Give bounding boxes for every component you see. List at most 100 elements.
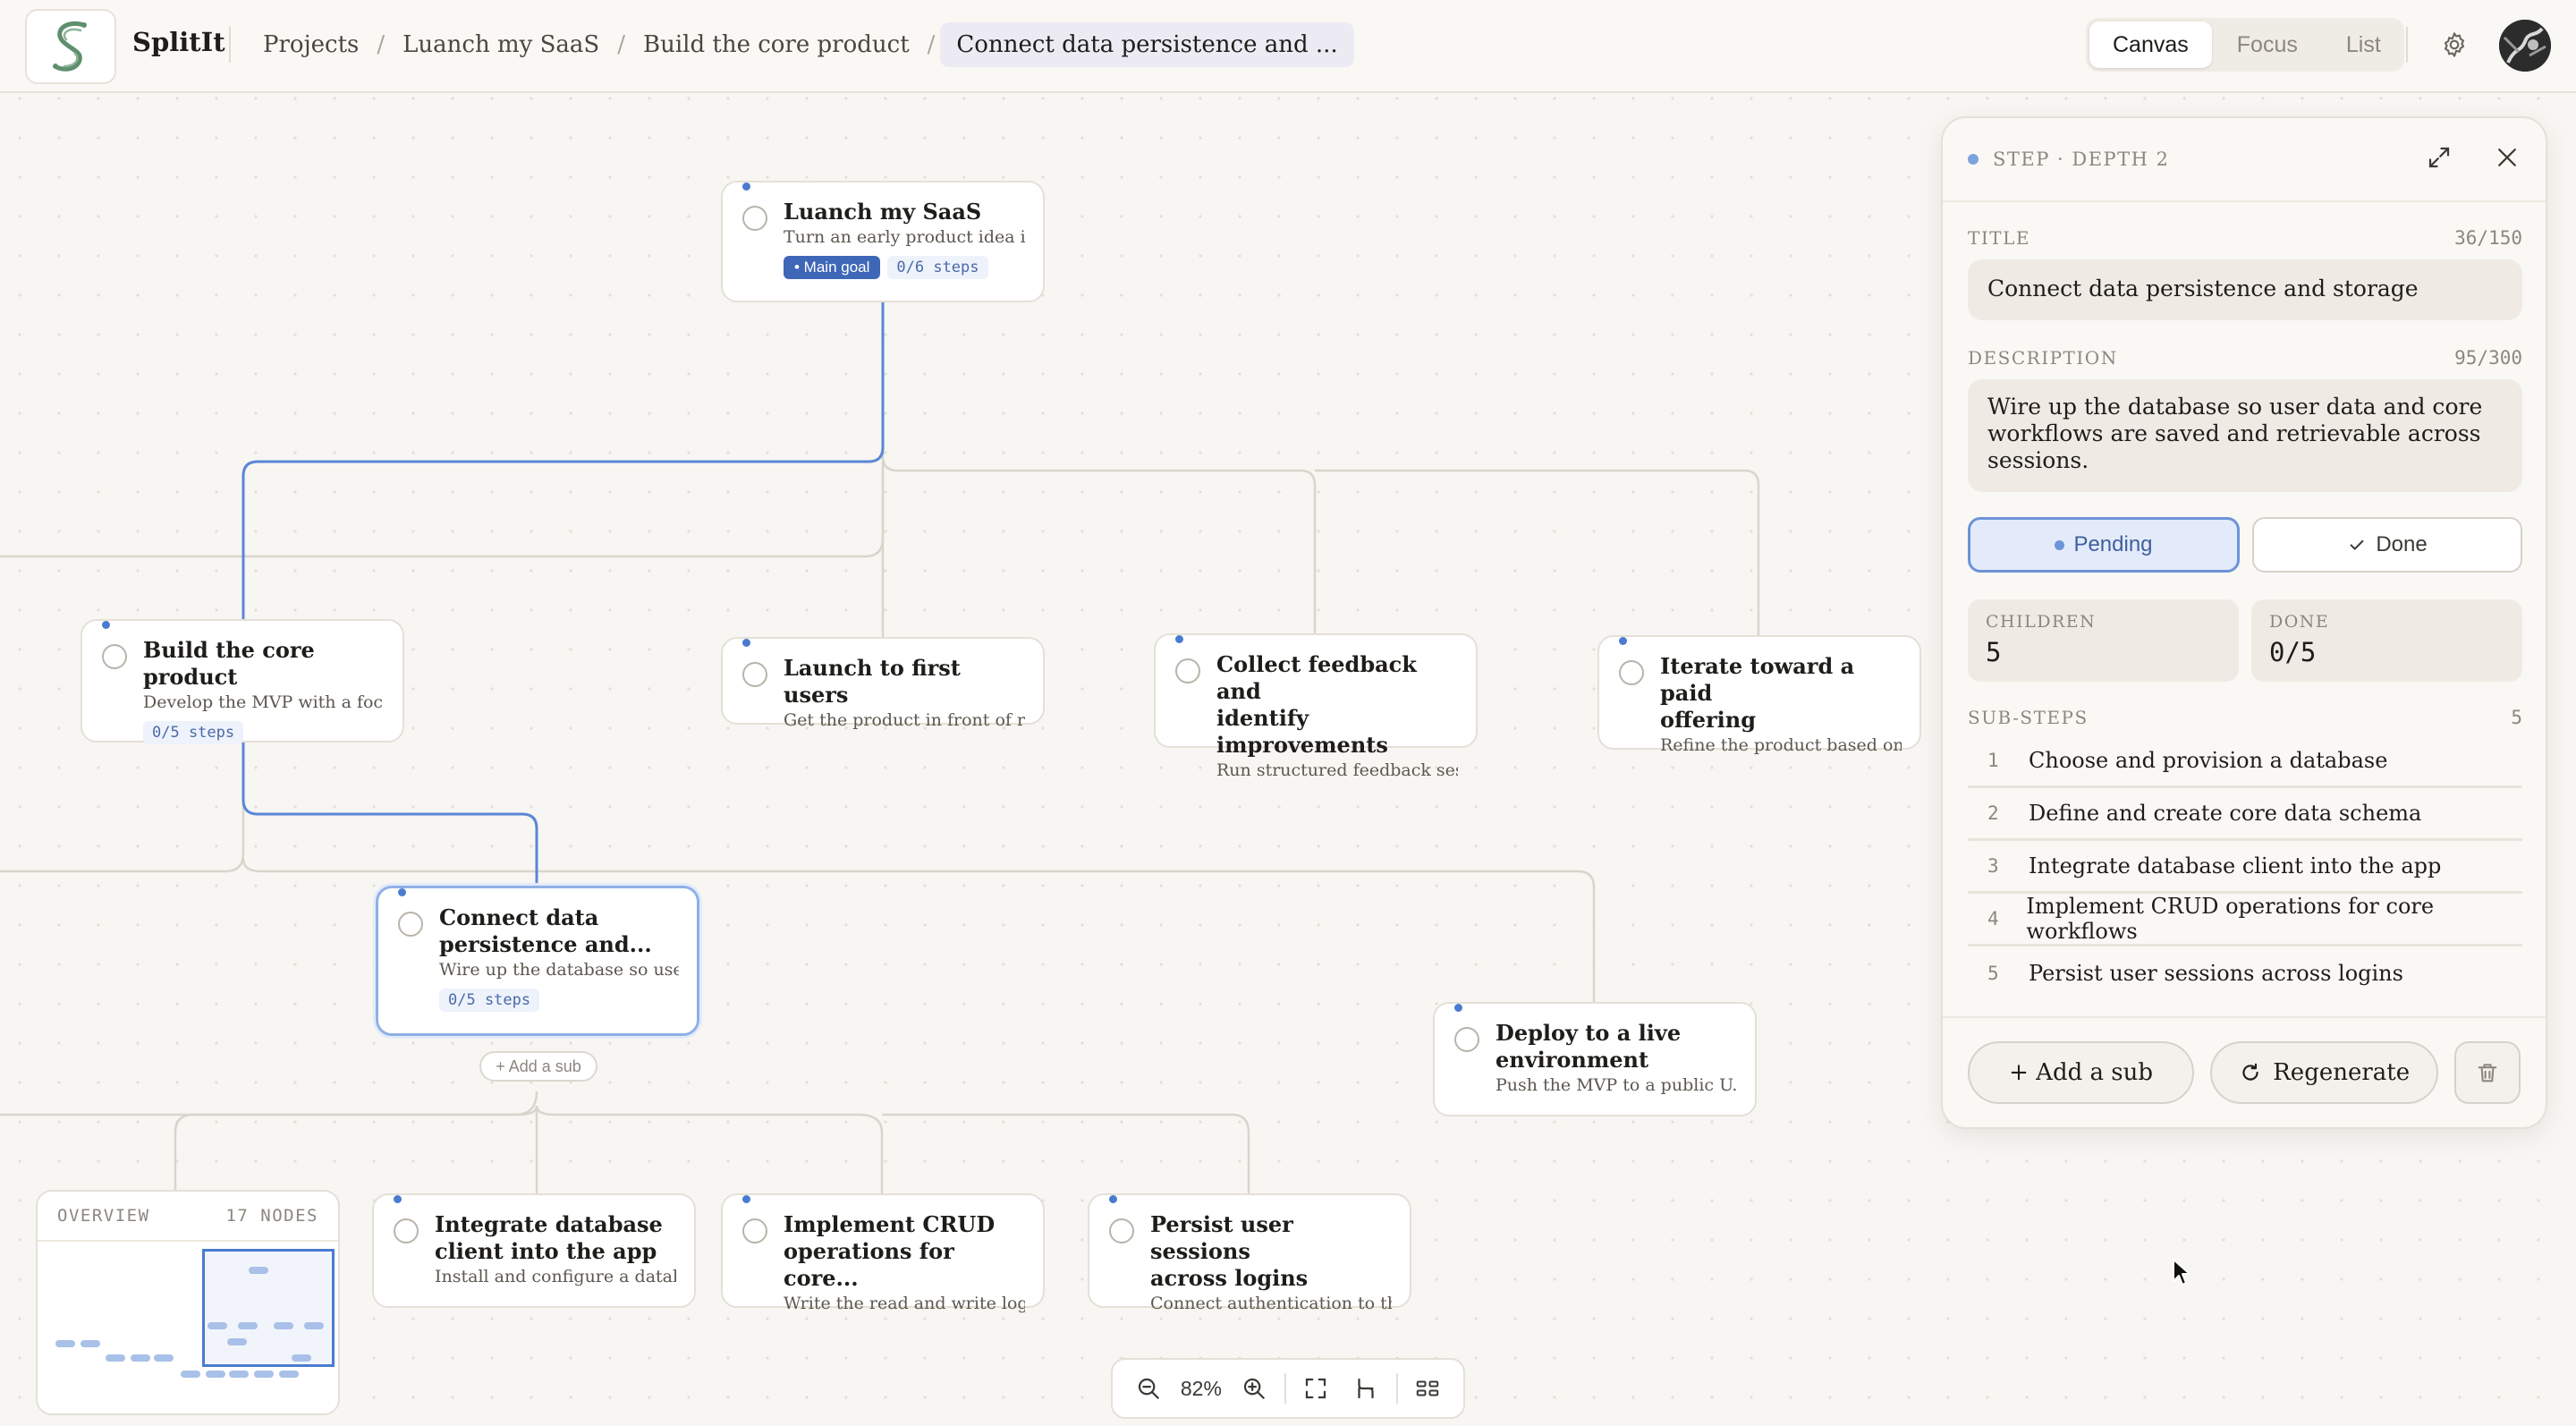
substep-number: 2: [1987, 802, 1999, 824]
node-collect-feedback[interactable]: Collect feedback and identify improvemen…: [1154, 633, 1478, 780]
node-integrate-db-client[interactable]: Integrate database client into the app I…: [372, 1193, 696, 1308]
node-iterate-paid-offering[interactable]: Iterate toward a paid offering Refine th…: [1597, 635, 1921, 755]
settings-button[interactable]: [2433, 23, 2476, 66]
node-root-goal[interactable]: Luanch my SaaS Turn an early product ide…: [721, 181, 1045, 302]
substeps-label: SUB-STEPS: [1968, 707, 2089, 728]
breadcrumb-separator: /: [617, 31, 625, 58]
main-goal-badge: • Main goal: [784, 256, 881, 279]
regenerate-label: Regenerate: [2273, 1059, 2411, 1086]
node-implement-crud[interactable]: Implement CRUD operations for core... Wr…: [721, 1193, 1045, 1313]
auto-layout-button[interactable]: [1343, 1365, 1389, 1412]
grid-toggle-button[interactable]: [1405, 1365, 1452, 1412]
view-mode-focus[interactable]: Focus: [2214, 21, 2321, 68]
close-button[interactable]: [2494, 144, 2521, 174]
app-name: SplitIt: [132, 27, 225, 57]
node-title: Implement CRUD: [784, 1211, 996, 1237]
substep-item[interactable]: 3 Integrate database client into the app: [1968, 841, 2522, 894]
app-logo[interactable]: [25, 9, 116, 84]
delete-button[interactable]: [2454, 1041, 2521, 1104]
node-indicator: [1619, 637, 1627, 645]
node-title: persistence and...: [439, 931, 652, 957]
node-indicator: [394, 1195, 402, 1203]
connector: [0, 743, 245, 873]
breadcrumb-projects[interactable]: Projects: [250, 31, 371, 58]
node-checkbox[interactable]: [742, 1218, 767, 1244]
node-launch-first-users[interactable]: Launch to first users Get the product in…: [721, 637, 1045, 730]
view-mode-toggle: Canvas Focus List: [2086, 18, 2404, 72]
node-checkbox[interactable]: [742, 662, 767, 687]
steps-badge: 0/6 steps: [887, 256, 988, 279]
add-sub-chip[interactable]: + Add a sub: [479, 1051, 597, 1082]
node-checkbox[interactable]: [1109, 1218, 1134, 1244]
regenerate-button[interactable]: Regenerate: [2210, 1041, 2439, 1104]
substeps-count: 5: [2511, 707, 2522, 728]
panel-actions: [2426, 144, 2521, 174]
substep-item[interactable]: 2 Define and create core data schema: [1968, 788, 2522, 841]
zoom-out-button[interactable]: [1125, 1365, 1172, 1412]
zoom-in-button[interactable]: [1231, 1365, 1277, 1412]
substep-item[interactable]: 5 Persist user sessions across logins: [1968, 946, 2522, 999]
view-mode-list[interactable]: List: [2323, 21, 2404, 68]
canvas-toolbar: 82%: [1111, 1358, 1465, 1419]
expand-button[interactable]: [2426, 144, 2453, 174]
node-checkbox[interactable]: [742, 206, 767, 231]
node-title: identify improvements: [1216, 705, 1388, 758]
status-done-button[interactable]: Done: [2252, 517, 2522, 573]
breadcrumb-parent-step[interactable]: Build the core product: [631, 31, 922, 58]
node-checkbox[interactable]: [1175, 658, 1200, 683]
divider: [2406, 27, 2408, 63]
node-deploy-live[interactable]: Deploy to a live environment Push the MV…: [1433, 1002, 1757, 1116]
overview-node: [208, 1322, 227, 1329]
node-checkbox[interactable]: [1454, 1027, 1479, 1052]
user-avatar[interactable]: [2499, 20, 2551, 72]
overview-minimap[interactable]: OVERVIEW 17 NODES: [36, 1190, 340, 1415]
overview-canvas: [38, 1242, 338, 1413]
node-description: Write the read and write logi...: [784, 1294, 1025, 1313]
overview-viewport[interactable]: [202, 1249, 335, 1367]
substep-item[interactable]: 4 Implement CRUD operations for core wor…: [1968, 894, 2522, 946]
node-persist-sessions[interactable]: Persist user sessions across logins Conn…: [1088, 1193, 1411, 1313]
overview-header: OVERVIEW 17 NODES: [38, 1192, 338, 1242]
description-label: DESCRIPTION: [1968, 347, 2118, 369]
node-checkbox[interactable]: [1619, 660, 1644, 685]
node-checkbox[interactable]: [102, 644, 127, 669]
node-indicator: [742, 1195, 750, 1203]
panel-footer: + Add a sub Regenerate: [1943, 1016, 2546, 1127]
substep-number: 5: [1987, 962, 1999, 984]
node-title: offering: [1660, 707, 1756, 733]
node-description: Connect authentication to th...: [1150, 1294, 1392, 1313]
node-checkbox[interactable]: [394, 1218, 419, 1244]
node-indicator: [398, 888, 406, 896]
grid-icon: [1417, 1380, 1439, 1396]
status-pending-button[interactable]: Pending: [1968, 517, 2240, 573]
node-connect-data-persistence[interactable]: Connect data persistence and... Wire up …: [376, 886, 699, 1036]
breadcrumb-current[interactable]: Connect data persistence and ...: [940, 22, 1354, 67]
toolbar-divider: [1395, 1373, 1398, 1404]
title-input[interactable]: Connect data persistence and storage: [1968, 259, 2522, 320]
zoom-level: 82%: [1180, 1376, 1222, 1400]
breadcrumb-project[interactable]: Luanch my SaaS: [390, 31, 612, 58]
node-title: operations for core...: [784, 1238, 954, 1291]
zoom-in-icon: [1243, 1378, 1265, 1399]
substep-item[interactable]: 1 Choose and provision a database: [1968, 735, 2522, 788]
node-build-core-product[interactable]: Build the core product Develop the MVP w…: [80, 619, 404, 744]
app-logo-icon: [53, 21, 87, 72]
panel-body: TITLE 36/150 Connect data persistence an…: [1968, 227, 2522, 999]
overview-node-count: 17 NODES: [225, 1206, 318, 1226]
substep-label: Persist user sessions across logins: [2029, 960, 2403, 986]
add-sub-button[interactable]: + Add a sub: [1968, 1041, 2195, 1104]
fit-view-button[interactable]: [1293, 1365, 1340, 1412]
node-checkbox[interactable]: [398, 912, 423, 937]
node-title: Integrate database: [435, 1211, 663, 1237]
auto-layout-icon: [1358, 1378, 1374, 1399]
overview-node: [274, 1322, 293, 1329]
connector: [535, 1105, 884, 1195]
description-textarea[interactable]: Wire up the database so user data and co…: [1968, 379, 2522, 492]
children-value: 5: [1986, 637, 2002, 667]
node-description: Develop the MVP with a foc...: [143, 692, 385, 712]
substep-number: 1: [1987, 750, 1999, 771]
node-description: Run structured feedback ses...: [1216, 760, 1458, 780]
node-title: Iterate toward a paid: [1660, 653, 1855, 706]
view-mode-canvas[interactable]: Canvas: [2089, 21, 2212, 68]
active-connector: [242, 743, 538, 886]
